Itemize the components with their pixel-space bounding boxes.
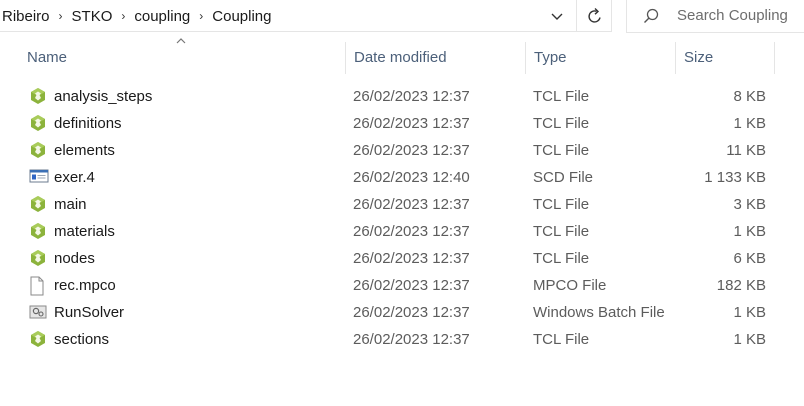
file-type: MPCO File [533, 277, 607, 294]
file-date-modified: 26/02/2023 12:37 [353, 250, 470, 267]
tcl-file-icon [29, 249, 47, 267]
file-date-modified: 26/02/2023 12:37 [353, 277, 470, 294]
file-row[interactable]: RunSolver 26/02/2023 12:37 Windows Batch… [0, 299, 804, 326]
file-date-modified: 26/02/2023 12:37 [353, 223, 470, 240]
column-header-type[interactable]: Type [526, 42, 675, 74]
file-name: sections [54, 331, 110, 348]
file-type: TCL File [533, 250, 590, 267]
search-icon [644, 8, 659, 23]
file-size: 1 KB [733, 304, 766, 321]
address-bar[interactable]: Ribeiro › STKO › coupling › Coupling [0, 0, 612, 32]
file-type: Windows Batch File [533, 304, 665, 321]
breadcrumb-item-current-folder[interactable]: Coupling [210, 8, 273, 25]
file-type: TCL File [533, 223, 590, 240]
tcl-file-icon [29, 114, 47, 132]
file-size: 1 KB [733, 223, 766, 240]
file-size: 1 KB [733, 115, 766, 132]
chevron-right-icon[interactable]: › [52, 9, 70, 23]
address-history-dropdown[interactable] [544, 4, 570, 28]
column-header-size[interactable]: Size [676, 42, 774, 74]
file-row[interactable]: nodes 26/02/2023 12:37 TCL File 6 KB [0, 245, 804, 272]
file-type: TCL File [533, 331, 590, 348]
file-name: materials [54, 223, 115, 240]
file-row[interactable]: analysis_steps 26/02/2023 12:37 TCL File… [0, 83, 804, 110]
file-name: nodes [54, 250, 95, 267]
file-name: definitions [54, 115, 122, 132]
chevron-right-icon[interactable]: › [192, 9, 210, 23]
file-name: main [54, 196, 87, 213]
generic-file-icon [29, 276, 47, 296]
file-date-modified: 26/02/2023 12:37 [353, 304, 470, 321]
column-header-name[interactable]: Name [19, 42, 345, 74]
scd-file-icon [29, 168, 49, 186]
chevron-right-icon[interactable]: › [114, 9, 132, 23]
file-type: SCD File [533, 169, 594, 186]
column-header-date[interactable]: Date modified [346, 42, 525, 74]
batch-file-icon [29, 303, 47, 321]
file-date-modified: 26/02/2023 12:37 [353, 115, 470, 132]
breadcrumb-item-coupling[interactable]: coupling [132, 8, 192, 25]
file-row[interactable]: elements 26/02/2023 12:37 TCL File 11 KB [0, 137, 804, 164]
tcl-file-icon [29, 195, 47, 213]
file-type: TCL File [533, 88, 590, 105]
file-row[interactable]: main 26/02/2023 12:37 TCL File 3 KB [0, 191, 804, 218]
file-row[interactable]: materials 26/02/2023 12:37 TCL File 1 KB [0, 218, 804, 245]
file-date-modified: 26/02/2023 12:40 [353, 169, 470, 186]
file-size: 1 133 KB [704, 169, 766, 186]
file-date-modified: 26/02/2023 12:37 [353, 142, 470, 159]
file-row[interactable]: exer.4 26/02/2023 12:40 SCD File 1 133 K… [0, 164, 804, 191]
file-name: rec.mpco [54, 277, 116, 294]
tcl-file-icon [29, 330, 47, 348]
search-input[interactable]: Search Coupling [677, 7, 788, 24]
file-name: analysis_steps [54, 88, 153, 105]
file-list: analysis_steps 26/02/2023 12:37 TCL File… [0, 83, 804, 353]
column-divider[interactable] [774, 42, 775, 74]
file-size: 1 KB [733, 331, 766, 348]
file-type: TCL File [533, 142, 590, 159]
column-headers: Name Date modified Type Size [0, 42, 804, 74]
file-row[interactable]: sections 26/02/2023 12:37 TCL File 1 KB [0, 326, 804, 353]
file-size: 6 KB [733, 250, 766, 267]
breadcrumb: Ribeiro › STKO › coupling › Coupling [0, 7, 273, 25]
file-row[interactable]: definitions 26/02/2023 12:37 TCL File 1 … [0, 110, 804, 137]
file-size: 11 KB [726, 142, 766, 159]
file-size: 3 KB [733, 196, 766, 213]
file-date-modified: 26/02/2023 12:37 [353, 88, 470, 105]
address-divider [576, 0, 577, 32]
file-name: exer.4 [54, 169, 95, 186]
file-type: TCL File [533, 115, 590, 132]
refresh-button[interactable] [580, 4, 610, 28]
file-date-modified: 26/02/2023 12:37 [353, 196, 470, 213]
breadcrumb-item-ribeiro[interactable]: Ribeiro [0, 8, 52, 25]
tcl-file-icon [29, 87, 47, 105]
tcl-file-icon [29, 222, 47, 240]
file-date-modified: 26/02/2023 12:37 [353, 331, 470, 348]
chevron-down-icon [551, 13, 563, 20]
search-box[interactable]: Search Coupling [626, 0, 804, 33]
file-name: elements [54, 142, 115, 159]
toolbar: Ribeiro › STKO › coupling › Coupling Sea… [0, 0, 804, 34]
file-size: 182 KB [716, 277, 766, 294]
breadcrumb-item-stko[interactable]: STKO [70, 8, 115, 25]
tcl-file-icon [29, 141, 47, 159]
refresh-icon [588, 8, 601, 23]
file-row[interactable]: rec.mpco 26/02/2023 12:37 MPCO File 182 … [0, 272, 804, 299]
file-name: RunSolver [54, 304, 125, 321]
file-type: TCL File [533, 196, 590, 213]
file-size: 8 KB [733, 88, 766, 105]
